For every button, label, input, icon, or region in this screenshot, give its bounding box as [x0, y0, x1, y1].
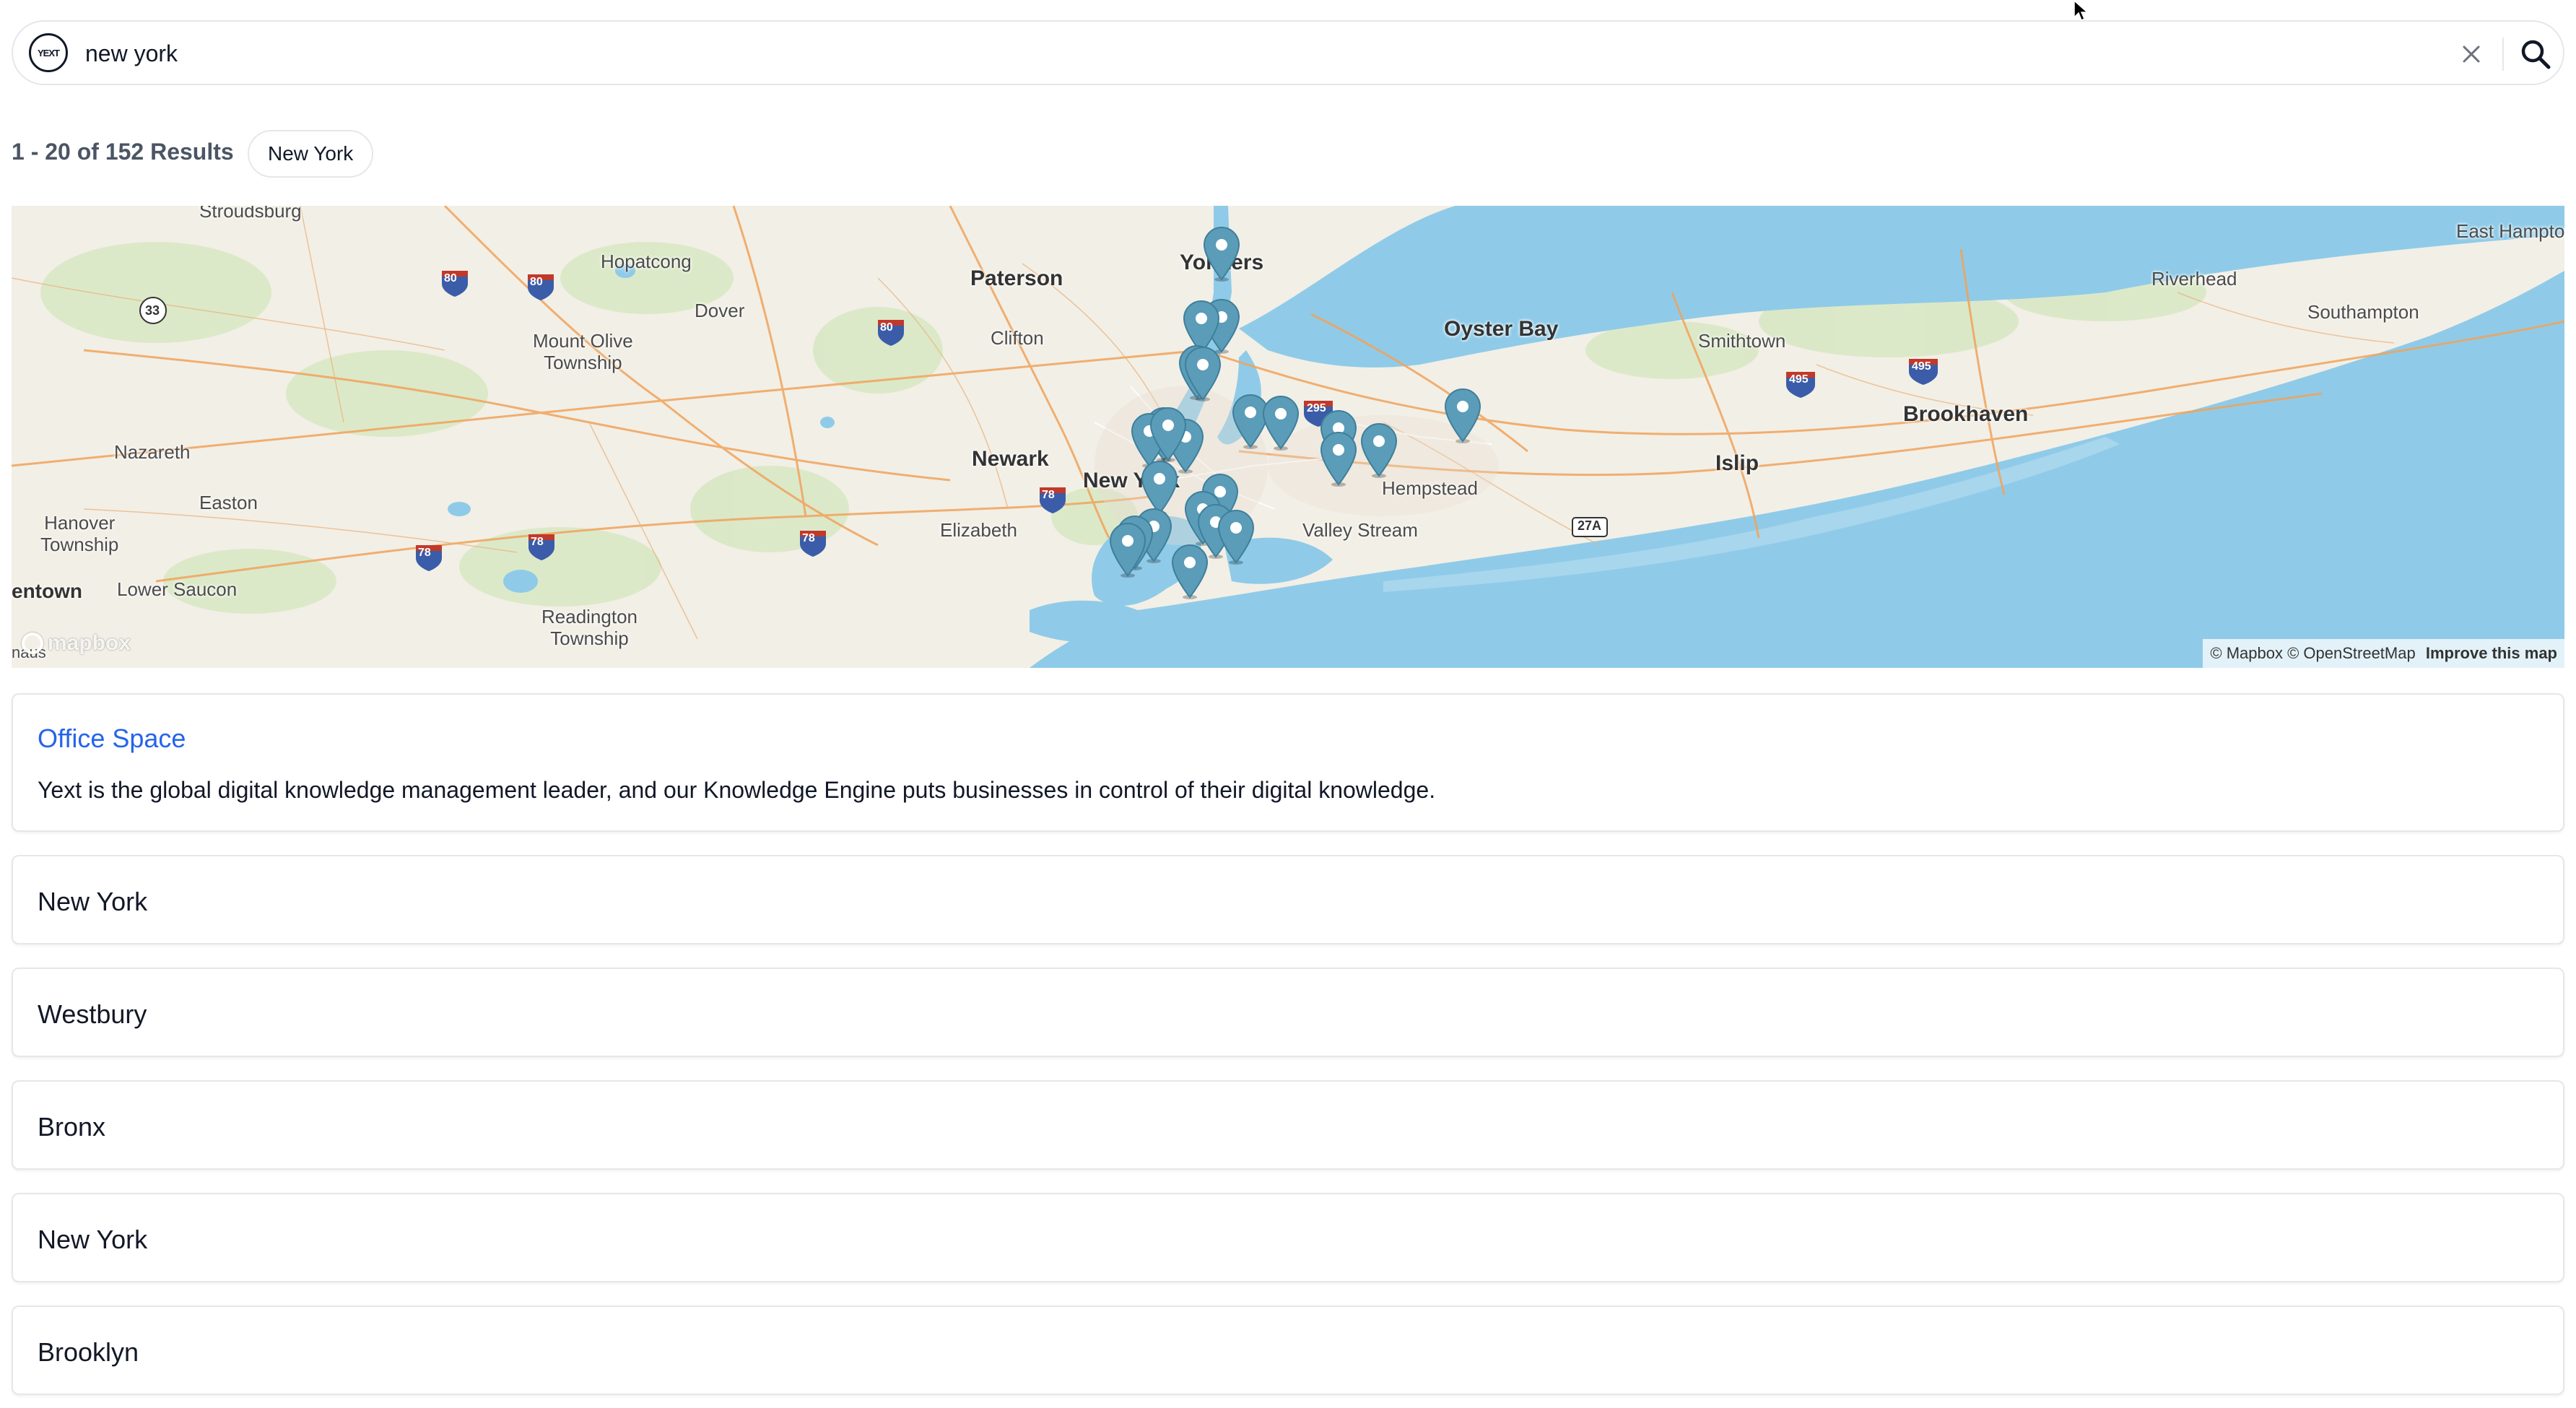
search-divider [2502, 38, 2504, 71]
result-title: Brooklyn [38, 1337, 139, 1367]
map-place-label: Easton [199, 492, 258, 513]
map-marker-pin[interactable] [1261, 395, 1301, 451]
mapbox-logo-text: mapbox [48, 631, 131, 655]
shield-label: 80 [530, 276, 543, 288]
map-place-label: Riverhead [2151, 268, 2237, 290]
map-place-label: Hanover Township [40, 512, 119, 555]
map-place-label: entown [12, 580, 82, 602]
shield-label: 80 [880, 321, 893, 334]
result-card[interactable]: Bronx [12, 1080, 2564, 1170]
result-description: Yext is the global digital knowledge man… [38, 777, 1436, 803]
shield-label: 78 [418, 547, 431, 559]
mapbox-logo[interactable]: mapbox [22, 629, 131, 658]
map-place-label: Elizabeth [940, 519, 1017, 541]
map-place-label: Smithtown [1698, 330, 1786, 352]
mouse-cursor-icon [2074, 0, 2088, 22]
map-marker-pin[interactable] [1359, 422, 1399, 479]
map-marker-pin[interactable] [1216, 509, 1256, 565]
map-place-label: Brookhaven [1903, 402, 2029, 426]
map-marker-pin[interactable] [1318, 431, 1359, 487]
filter-chip-new-york[interactable]: New York [248, 130, 374, 178]
map-place-label: Mount Olive Township [533, 330, 633, 373]
mapbox-logo-icon [22, 633, 43, 654]
result-title: New York [38, 887, 148, 916]
shield-label: 78 [802, 532, 815, 544]
result-card[interactable]: New York [12, 855, 2564, 944]
search-button[interactable] [2515, 35, 2556, 74]
results-count: 1 - 20 of 152 Results [12, 139, 234, 165]
map-marker-pin[interactable] [1170, 544, 1210, 600]
result-title: Westbury [38, 999, 147, 1029]
close-icon [2463, 45, 2480, 63]
map-place-label: Dover [695, 300, 745, 321]
result-card[interactable]: Westbury [12, 968, 2564, 1057]
map-attribution: © Mapbox © OpenStreetMap Improve this ma… [2203, 639, 2564, 668]
map-place-label: Southampton [2307, 301, 2419, 323]
map-marker-pin[interactable] [1148, 407, 1188, 463]
clear-search-button[interactable] [2453, 36, 2489, 72]
result-title: Bronx [38, 1112, 106, 1142]
shield-label: 80 [444, 272, 457, 284]
result-card[interactable]: New York [12, 1193, 2564, 1282]
shield-label: 33 [145, 303, 160, 318]
shield-label: 27A [1578, 518, 1602, 533]
shield-label: 495 [1912, 360, 1931, 373]
map-place-label: Nazareth [114, 441, 191, 463]
map-place-label: Readington Township [541, 606, 638, 649]
result-card[interactable]: Brooklyn [12, 1305, 2564, 1395]
map-place-label: Stroudsburg [199, 206, 302, 222]
map-marker-pin[interactable] [1443, 388, 1483, 444]
map-place-label: Clifton [991, 327, 1044, 349]
map-marker-pin[interactable] [1183, 346, 1223, 402]
search-bar: YEXT [12, 20, 2564, 85]
map-place-label: Valley Stream [1302, 519, 1418, 541]
map-place-label: Oyster Bay [1444, 317, 1559, 341]
yext-logo: YEXT [29, 33, 68, 72]
results-map[interactable]: 80 80 80 33 78 78 78 78 295 495 495 27A … [12, 206, 2564, 668]
shield-label: 78 [1042, 489, 1055, 501]
map-place-label: Hopatcong [601, 251, 692, 272]
map-place-label: Newark [972, 447, 1049, 471]
result-title: New York [38, 1225, 148, 1254]
attribution-text: © Mapbox © OpenStreetMap [2210, 644, 2416, 662]
map-place-label: Paterson [970, 266, 1063, 290]
map-place-label: Lower Saucon [117, 578, 238, 600]
result-card[interactable]: Office Space Yext is the global digital … [12, 693, 2564, 832]
map-marker-pin[interactable] [1108, 522, 1148, 578]
map-place-label: East Hampton [2456, 220, 2564, 242]
search-input[interactable] [85, 38, 2396, 69]
result-title-link[interactable]: Office Space [38, 723, 186, 754]
yext-logo-text: YEXT [38, 47, 60, 58]
map-place-label: Hempstead [1382, 477, 1478, 499]
shield-label: 495 [1789, 373, 1809, 386]
improve-map-link[interactable]: Improve this map [2426, 644, 2557, 662]
map-place-label: Islip [1715, 451, 1759, 475]
map-marker-pin[interactable] [1201, 226, 1242, 282]
search-icon [2521, 40, 2551, 69]
shield-label: 78 [531, 536, 544, 548]
